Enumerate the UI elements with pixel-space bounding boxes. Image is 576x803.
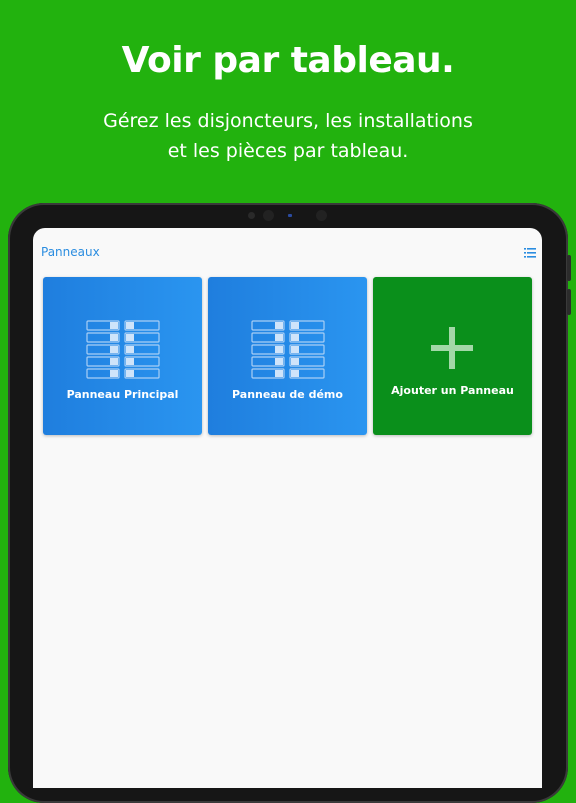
- breaker-panel-icon: [86, 320, 160, 379]
- list-icon[interactable]: [524, 248, 536, 258]
- add-panel-label: Ajouter un Panneau: [391, 384, 514, 397]
- side-button: [567, 289, 571, 315]
- panel-tile-demo[interactable]: Panneau de démo: [208, 277, 367, 435]
- promo-subline: Gérez les disjoncteurs, les installation…: [0, 106, 576, 166]
- page-title: Panneaux: [41, 245, 100, 259]
- navbar: Panneaux: [33, 228, 542, 274]
- panel-tile-principal[interactable]: Panneau Principal: [43, 277, 202, 435]
- side-button: [567, 255, 571, 281]
- promo-subline-line-1: Gérez les disjoncteurs, les installation…: [103, 110, 473, 132]
- camera-bar: [248, 209, 338, 221]
- panel-tile-label: Panneau Principal: [66, 388, 179, 401]
- app-screen: Panneaux Panneau Principal Panneau de dé…: [33, 228, 542, 788]
- promo-subline-line-2: et les pièces par tableau.: [167, 140, 409, 162]
- breaker-panel-icon: [251, 320, 325, 379]
- panel-tile-label: Panneau de démo: [232, 388, 343, 401]
- promo-headline: Voir par tableau.: [121, 40, 455, 81]
- plus-icon: [431, 327, 473, 369]
- add-panel-button[interactable]: Ajouter un Panneau: [373, 277, 532, 435]
